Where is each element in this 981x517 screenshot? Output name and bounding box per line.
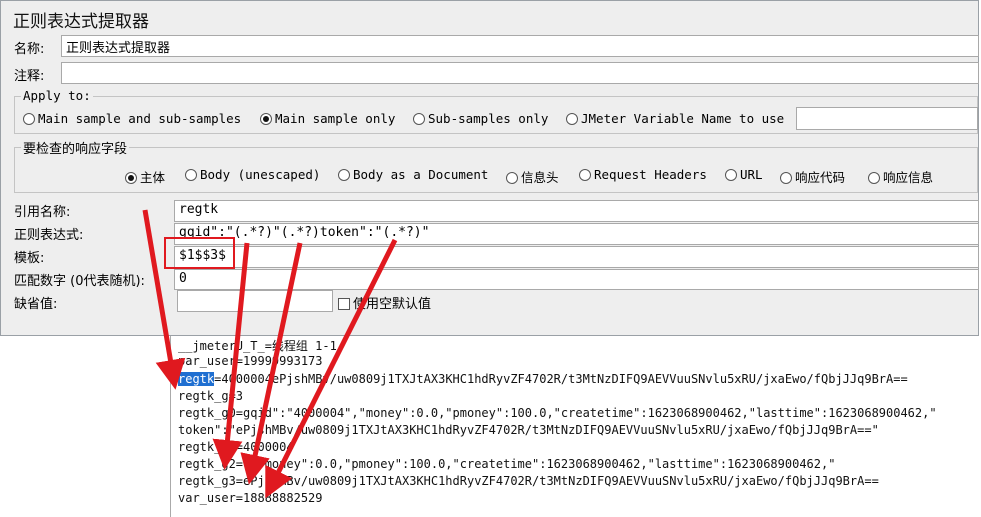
- arrow-to-regtk: [142, 209, 186, 390]
- arrow-to-g1: [212, 242, 250, 470]
- arrow-to-g2: [240, 242, 303, 485]
- annotation-arrows: [142, 209, 398, 499]
